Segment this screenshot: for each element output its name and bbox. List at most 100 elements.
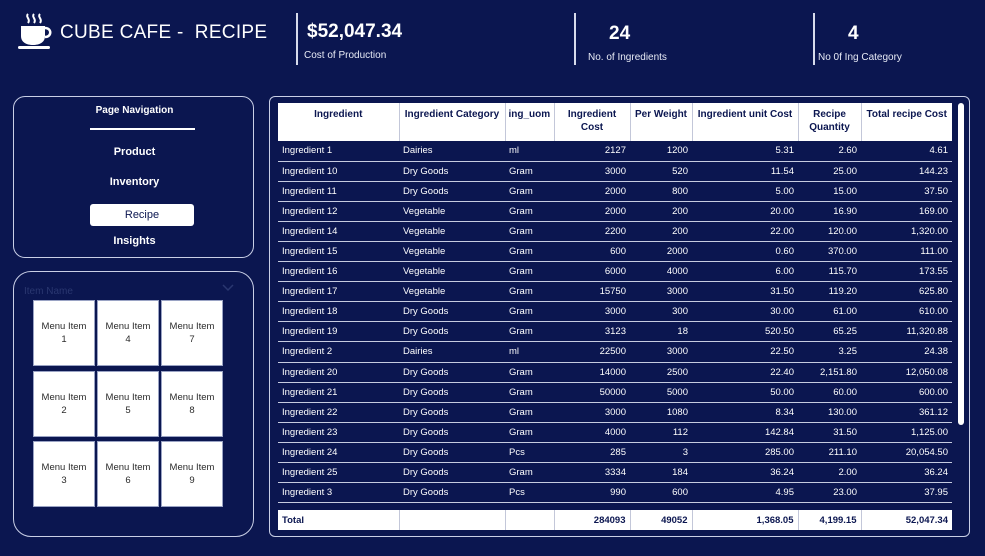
- table-row[interactable]: Ingredient 14 Vegetable Gram 2200 200 22.00 12…: [278, 221, 952, 242]
- table-cell: 31.50: [798, 422, 861, 443]
- table-cell: Ingredient 15: [278, 241, 399, 263]
- menu-item-tile-9[interactable]: Menu Item 9: [161, 441, 223, 507]
- tile-number: 3: [61, 475, 67, 486]
- table-cell: Dry Goods: [399, 161, 505, 182]
- table-row[interactable]: Ingredient 21 Dry Goods Gram 50000 5000 50.00…: [278, 382, 952, 403]
- table-row[interactable]: Ingredient 16 Vegetable Gram 6000 4000 6.00 11…: [278, 261, 952, 283]
- table-cell: Ingredient 22: [278, 402, 399, 423]
- table-cell: Ingredient 11: [278, 181, 399, 202]
- table-row[interactable]: Ingredient 12 Vegetable Gram 2000 200 20.00 16…: [278, 201, 952, 222]
- tile-label: Menu Item: [169, 392, 215, 403]
- table-cell: 2000: [554, 181, 630, 202]
- table-row[interactable]: Ingredient 24 Dry Goods Pcs 285 3 285.00 211.1…: [278, 442, 952, 464]
- table-row[interactable]: Ingredient 18 Dry Goods Gram 3000 300 30.00 61…: [278, 301, 952, 323]
- table-cell: 3.25: [798, 341, 861, 363]
- table-cell: 61.00: [798, 301, 861, 323]
- table-cell: 4.61: [861, 141, 952, 162]
- table-row[interactable]: Ingredient 11 Dry Goods Gram 2000 800 5.00 15.…: [278, 181, 952, 202]
- table-cell: 15.00: [798, 181, 861, 202]
- table-cell: 4000: [630, 261, 692, 283]
- table-cell: 0.60: [692, 241, 798, 263]
- table-cell: 12,050.08: [861, 362, 952, 383]
- table-row[interactable]: Ingredient 23 Dry Goods Gram 4000 112 142.84 3…: [278, 422, 952, 443]
- total-label: Total: [278, 510, 400, 530]
- table-cell: 60.00: [798, 382, 861, 403]
- table-cell: 5.31: [692, 141, 798, 162]
- page-navigation-underline: [90, 128, 195, 130]
- table-cell: 2,151.80: [798, 362, 861, 383]
- total-cell: [505, 510, 555, 530]
- nav-item-insights[interactable]: Insights: [14, 235, 255, 247]
- menu-item-tile-6[interactable]: Menu Item 6: [97, 441, 159, 507]
- table-cell: 4.95: [692, 482, 798, 504]
- table-cell: 130.00: [798, 402, 861, 423]
- column-header-recipe-quantity[interactable]: Recipe Quantity: [798, 103, 862, 141]
- table-row[interactable]: Ingredient 22 Dry Goods Gram 3000 1080 8.34 13…: [278, 402, 952, 423]
- total-cell: [399, 510, 506, 530]
- table-cell: 112: [630, 422, 692, 443]
- menu-item-tile-4[interactable]: Menu Item 4: [97, 300, 159, 366]
- menu-item-tile-3[interactable]: Menu Item 3: [33, 441, 95, 507]
- column-header-ingredient-category[interactable]: Ingredient Category: [399, 103, 506, 141]
- table-row[interactable]: Ingredient 15 Vegetable Gram 600 2000 0.60 370…: [278, 241, 952, 263]
- table-cell: Ingredient 25: [278, 462, 399, 484]
- table-cell: Gram: [505, 241, 554, 263]
- table-cell: 184: [630, 462, 692, 484]
- table-cell: 3000: [630, 341, 692, 363]
- chevron-down-icon[interactable]: [222, 284, 234, 292]
- menu-item-tile-1[interactable]: Menu Item 1: [33, 300, 95, 366]
- table-cell: 610.00: [861, 301, 952, 323]
- table-cell: Dairies: [399, 141, 505, 162]
- nav-item-product[interactable]: Product: [14, 146, 255, 158]
- table-cell: 200: [630, 221, 692, 242]
- nav-item-recipe[interactable]: Recipe: [90, 204, 194, 226]
- kpi-ing-category-label: No 0f Ing Category: [818, 52, 902, 63]
- column-header-ingredient-unit-cost[interactable]: Ingredient unit Cost: [692, 103, 799, 141]
- table-cell: 285: [554, 442, 630, 464]
- table-row[interactable]: Ingredient 3 Dry Goods Pcs 990 600 4.95 23.00 3…: [278, 482, 952, 504]
- table-row[interactable]: Ingredient 20 Dry Goods Gram 14000 2500 22.40…: [278, 362, 952, 383]
- table-row[interactable]: Ingredient 17 Vegetable Gram 15750 3000 31.50…: [278, 281, 952, 303]
- table-cell: 2127: [554, 141, 630, 162]
- table-cell: Ingredient 18: [278, 301, 399, 323]
- table-header-row: Ingredient Ingredient Category ing_uom I…: [278, 103, 952, 141]
- table-row[interactable]: Ingredient 19 Dry Goods Gram 3123 18 520.50 65…: [278, 321, 952, 343]
- table-cell: Ingredient 14: [278, 221, 399, 242]
- menu-item-tile-5[interactable]: Menu Item 5: [97, 371, 159, 437]
- column-header-per-weight[interactable]: Per Weight: [630, 103, 693, 141]
- tile-number: 6: [125, 475, 131, 486]
- table-cell: Vegetable: [399, 241, 505, 263]
- tile-number: 2: [61, 405, 67, 416]
- table-row[interactable]: Ingredient 1 Dairies ml 2127 1200 5.31 2.60 4.6…: [278, 141, 952, 162]
- kpi-ing-category-value: 4: [848, 23, 859, 44]
- column-header-ingredient[interactable]: Ingredient: [278, 103, 400, 141]
- table-cell: 3000: [630, 281, 692, 303]
- menu-item-tile-8[interactable]: Menu Item 8: [161, 371, 223, 437]
- table-cell: 22.00: [692, 221, 798, 242]
- table-row[interactable]: Ingredient 25 Dry Goods Gram 3334 184 36.24 2.…: [278, 462, 952, 484]
- table-cell: Ingredient 12: [278, 201, 399, 222]
- table-cell: 4000: [554, 422, 630, 443]
- table-cell: 22500: [554, 341, 630, 363]
- table-cell: 520: [630, 161, 692, 182]
- column-header-ingredient-cost[interactable]: Ingredient Cost: [554, 103, 631, 141]
- tile-number: 9: [189, 475, 195, 486]
- table-cell: Gram: [505, 321, 554, 343]
- table-row[interactable]: Ingredient 10 Dry Goods Gram 3000 520 11.54 25…: [278, 161, 952, 182]
- table-cell: 625.80: [861, 281, 952, 303]
- column-header-total-recipe-cost[interactable]: Total recipe Cost: [861, 103, 952, 141]
- table-cell: Ingredient 20: [278, 362, 399, 383]
- column-header-ing-uom[interactable]: ing_uom: [505, 103, 555, 141]
- table-row[interactable]: Ingredient 2 Dairies ml 22500 3000 22.50 3.25 2…: [278, 341, 952, 363]
- menu-item-tile-2[interactable]: Menu Item 2: [33, 371, 95, 437]
- total-recipe-quantity: 4,199.15: [798, 510, 862, 530]
- table-cell: Dry Goods: [399, 402, 505, 423]
- table-cell: 11.54: [692, 161, 798, 182]
- nav-item-inventory[interactable]: Inventory: [14, 176, 255, 188]
- table-cell: 36.24: [692, 462, 798, 484]
- table-cell: 1,125.00: [861, 422, 952, 443]
- table-cell: Vegetable: [399, 221, 505, 242]
- table-scrollbar-thumb[interactable]: [958, 103, 964, 425]
- menu-item-tile-7[interactable]: Menu Item 7: [161, 300, 223, 366]
- table-cell: 37.95: [861, 482, 952, 504]
